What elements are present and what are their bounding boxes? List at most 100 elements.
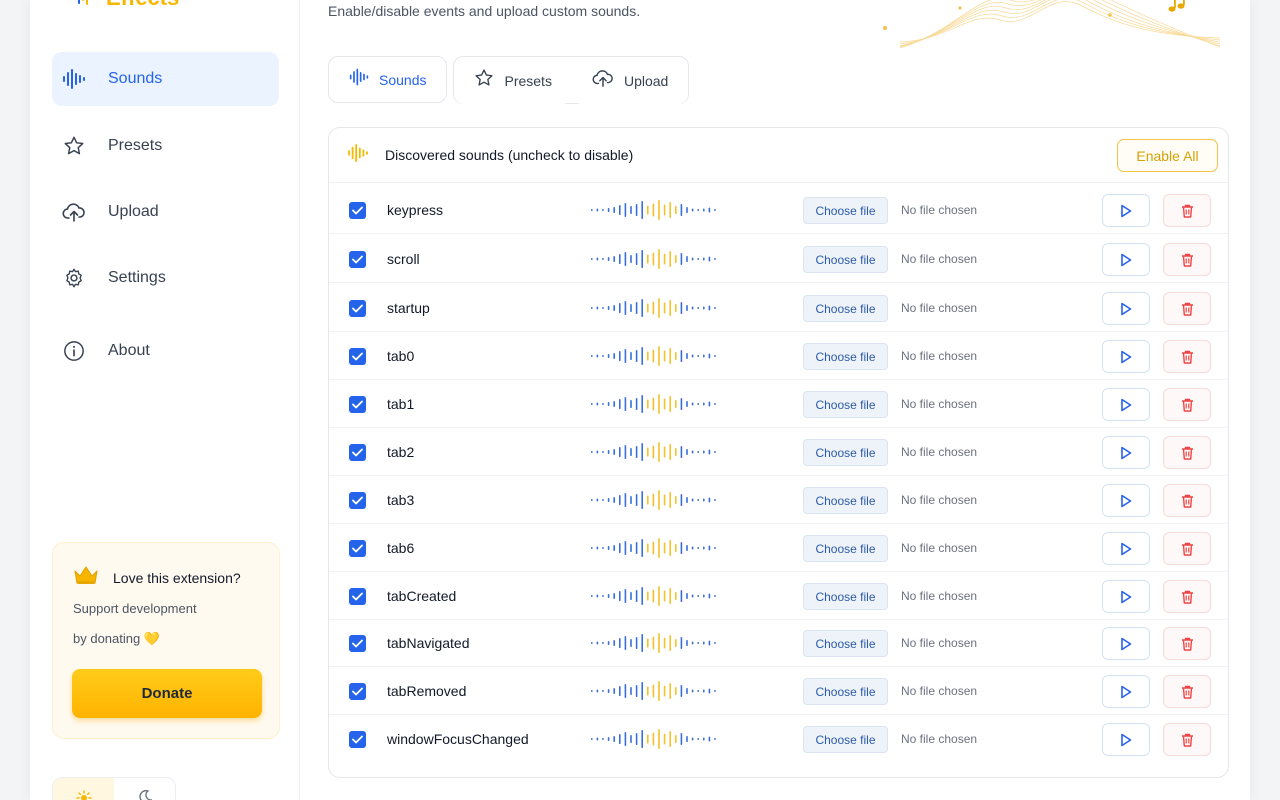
enable-checkbox[interactable] [349,492,366,509]
trash-icon [1181,204,1193,218]
donate-promo-card: Love this extension? Support development… [52,542,280,739]
enable-all-button[interactable]: Enable All [1117,139,1218,172]
enable-checkbox[interactable] [349,202,366,219]
decorative-waveform-graphic [883,0,1220,49]
play-button[interactable] [1102,194,1150,227]
delete-button[interactable] [1163,484,1211,517]
trash-icon [1181,590,1193,604]
play-icon [1121,590,1132,603]
waveform-icon [349,68,369,91]
checkmark-icon [352,400,363,409]
play-button[interactable] [1102,436,1150,469]
delete-button[interactable] [1163,532,1211,565]
choose-file-button[interactable]: Choose file [803,439,888,466]
play-button[interactable] [1102,675,1150,708]
choose-file-button[interactable]: Choose file [803,630,888,657]
sidebar-item-settings[interactable]: Settings [52,251,279,305]
tab-group: Presets Upload [453,56,690,104]
theme-dark-option[interactable] [114,778,175,800]
play-button[interactable] [1102,484,1150,517]
sidebar-item-sounds[interactable]: Sounds [52,52,279,106]
sidebar-item-label: Upload [108,203,159,220]
file-status: No file chosen [901,252,978,266]
event-name: tab0 [387,348,415,364]
file-status: No file chosen [901,493,978,507]
tab-upload[interactable]: Upload [571,57,689,104]
choose-file-button[interactable]: Choose file [803,678,888,705]
choose-file-button[interactable]: Choose file [803,246,888,273]
choose-file-button[interactable]: Choose file [803,583,888,610]
theme-light-option[interactable] [53,778,114,800]
enable-checkbox[interactable] [349,540,366,557]
play-button[interactable] [1102,627,1150,660]
delete-button[interactable] [1163,436,1211,469]
enable-checkbox[interactable] [349,635,366,652]
play-button[interactable] [1102,388,1150,421]
sound-row: keypress Choose file No file chosen [329,186,1228,234]
sidebar-item-upload[interactable]: Upload [52,185,279,239]
play-icon [1121,446,1132,459]
choose-file-button[interactable]: Choose file [803,487,888,514]
enable-checkbox[interactable] [349,396,366,413]
delete-button[interactable] [1163,723,1211,756]
enable-checkbox[interactable] [349,348,366,365]
enable-checkbox[interactable] [349,444,366,461]
play-icon [1121,253,1132,266]
delete-button[interactable] [1163,675,1211,708]
tab-sounds[interactable]: Sounds [328,56,448,103]
sound-row: tab1 Choose file No file chosen [329,380,1228,428]
enable-checkbox[interactable] [349,731,366,748]
promo-header: Love this extension? [73,565,241,590]
choose-file-button[interactable]: Choose file [803,295,888,322]
theme-toggle[interactable] [52,777,176,800]
sidebar-item-about[interactable]: About [52,324,279,378]
sound-row: startup Choose file No file chosen [329,284,1228,332]
panel-header: Discovered sounds (uncheck to disable) E… [329,128,1228,183]
tab-label: Sounds [379,71,427,88]
gear-icon [62,266,86,290]
delete-button[interactable] [1163,194,1211,227]
event-name: windowFocusChanged [387,731,529,747]
delete-button[interactable] [1163,292,1211,325]
play-button[interactable] [1102,723,1150,756]
app-window: Effects Sounds Presets [30,0,1250,800]
delete-button[interactable] [1163,627,1211,660]
delete-button[interactable] [1163,388,1211,421]
sound-row: tab2 Choose file No file chosen [329,428,1228,476]
trash-icon [1181,253,1193,267]
waveform-preview-icon [591,490,716,510]
play-button[interactable] [1102,580,1150,613]
delete-button[interactable] [1163,340,1211,373]
sound-row: tabRemoved Choose file No file chosen [329,667,1228,715]
checkmark-icon [352,687,363,696]
play-button[interactable] [1102,292,1150,325]
waveform-preview-icon [591,298,716,318]
delete-button[interactable] [1163,243,1211,276]
event-name: tab6 [387,540,415,556]
choose-file-button[interactable]: Choose file [803,197,888,224]
choose-file-button[interactable]: Choose file [803,726,888,753]
enable-checkbox[interactable] [349,588,366,605]
choose-file-button[interactable]: Choose file [803,535,888,562]
checkmark-icon [352,255,363,264]
enable-checkbox[interactable] [349,251,366,268]
sidebar-item-presets[interactable]: Presets [52,119,279,173]
choose-file-button[interactable]: Choose file [803,343,888,370]
trash-icon [1181,733,1193,747]
play-button[interactable] [1102,532,1150,565]
donate-button[interactable]: Donate [72,669,262,718]
play-button[interactable] [1102,243,1150,276]
file-status: No file chosen [901,203,978,217]
trash-icon [1181,302,1193,316]
tab-label: Upload [623,72,669,89]
delete-button[interactable] [1163,580,1211,613]
trash-icon [1181,398,1193,412]
play-icon [1121,494,1132,507]
choose-file-button[interactable]: Choose file [803,391,888,418]
tab-presets[interactable]: Presets [454,57,572,104]
enable-checkbox[interactable] [349,683,366,700]
event-name: keypress [387,202,444,218]
play-button[interactable] [1102,340,1150,373]
enable-checkbox[interactable] [349,300,366,317]
promo-title: Love this extension? [113,569,241,586]
